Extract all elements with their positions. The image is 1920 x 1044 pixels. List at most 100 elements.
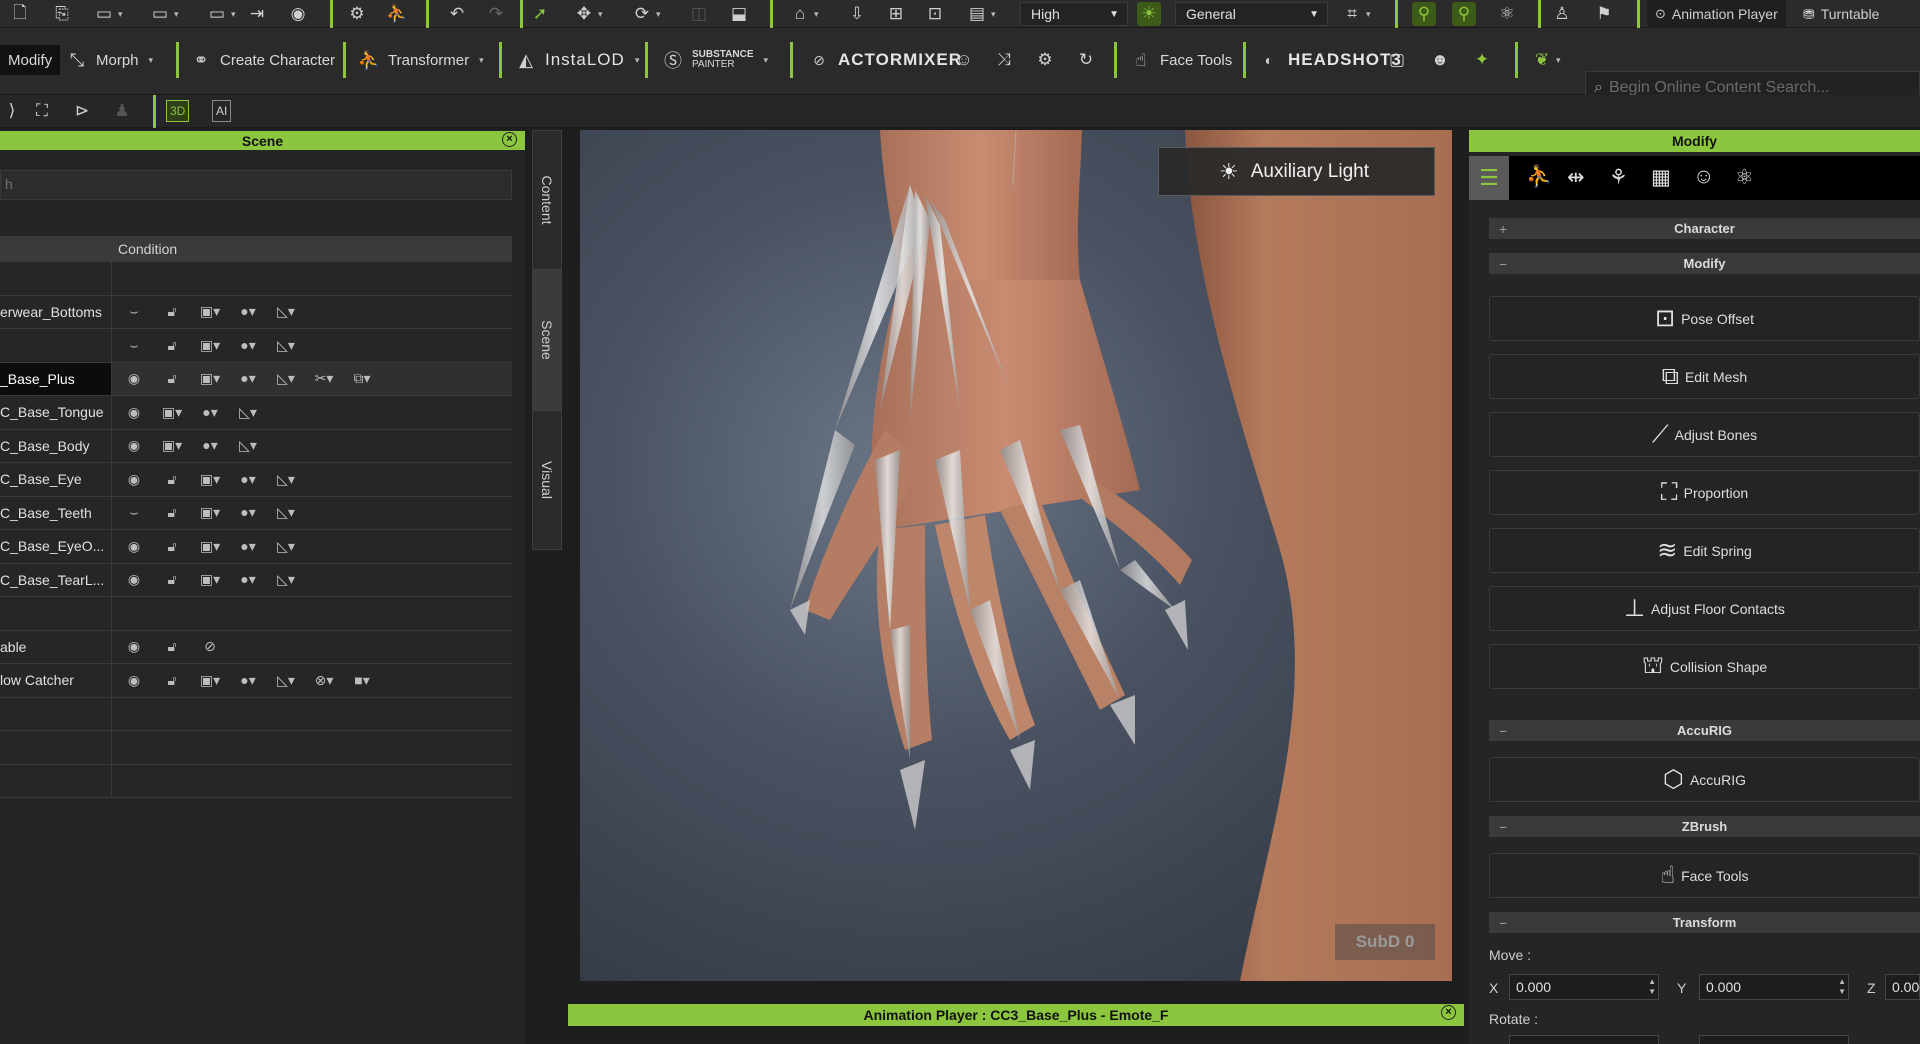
sphere-icon[interactable]: ●▾ bbox=[236, 471, 260, 488]
sphere-icon[interactable]: ●▾ bbox=[198, 437, 222, 454]
angle-icon[interactable]: ◺▾ bbox=[274, 504, 298, 521]
align-tool-icon[interactable]: ⬓ bbox=[727, 2, 751, 26]
new-project-icon[interactable]: 🗋 bbox=[8, 2, 32, 26]
frame-selected-icon[interactable]: ⊞ bbox=[884, 2, 908, 26]
lock-icon[interactable]: 🔓︎ bbox=[160, 337, 184, 354]
head-add-icon[interactable]: ☺ bbox=[952, 48, 976, 72]
eye-icon[interactable]: ◉ bbox=[122, 538, 146, 555]
lock-icon[interactable]: 🔓︎ bbox=[160, 370, 184, 387]
move-z-input[interactable]: 0.000 bbox=[1885, 974, 1920, 1000]
plugin-icon[interactable]: ❦ ▾ bbox=[1530, 48, 1561, 72]
redo-icon[interactable]: ↷ bbox=[484, 2, 508, 26]
turntable-button[interactable]: ⛃ Turntable bbox=[1795, 0, 1887, 28]
tab-visual[interactable]: Visual bbox=[532, 410, 562, 550]
angle-icon[interactable]: ◺▾ bbox=[274, 303, 298, 320]
tab-physics-icon[interactable]: ⚛ bbox=[1735, 165, 1754, 190]
frame-play-icon[interactable]: ⊳ bbox=[70, 99, 94, 123]
table-row[interactable] bbox=[0, 597, 512, 631]
light-icon[interactable]: ☀ bbox=[1137, 2, 1161, 26]
auxiliary-light-label[interactable]: ☀ Auxiliary Light bbox=[1158, 147, 1435, 196]
section-accurig[interactable]: − AccuRIG bbox=[1489, 720, 1920, 741]
cube-icon[interactable]: ▣▾ bbox=[198, 471, 222, 488]
pose-icon[interactable]: ⛹ bbox=[385, 2, 409, 26]
grid-toggle-icon[interactable]: ⌗ ▾ bbox=[1340, 2, 1370, 26]
cube-icon[interactable]: ▣▾ bbox=[198, 504, 222, 521]
spinner-icon[interactable]: ▲ ▼ bbox=[1838, 977, 1846, 997]
angle-icon[interactable]: ◺▾ bbox=[274, 672, 298, 689]
table-row-selected[interactable]: _Base_Plus ◉ 🔓︎ ▣▾ ●▾ ◺▾ ✂▾ ⧉▾ bbox=[0, 362, 512, 396]
adjust-floor-contacts-button[interactable]: ⊥ Adjust Floor Contacts bbox=[1489, 586, 1920, 631]
sphere-icon[interactable]: ●▾ bbox=[236, 538, 260, 555]
cube-icon[interactable]: ▣▾ bbox=[160, 437, 184, 454]
create-character-button[interactable]: ⚭ Create Character bbox=[190, 45, 335, 75]
mode-3d-button[interactable]: 3D bbox=[166, 100, 190, 122]
adjust-bones-button[interactable]: ⟋ Adjust Bones bbox=[1489, 412, 1920, 457]
eye-hidden-icon[interactable]: ⌣ bbox=[122, 504, 146, 521]
undo-icon[interactable]: ↶ bbox=[445, 2, 469, 26]
table-row[interactable]: ⌣ 🔓︎ ▣▾ ●▾ ◺▾ bbox=[0, 329, 512, 363]
close-icon[interactable]: × bbox=[502, 132, 517, 147]
tab-content[interactable]: Content bbox=[532, 130, 562, 270]
lock-icon[interactable]: 🔓︎ bbox=[160, 571, 184, 588]
rotate-x-input[interactable] bbox=[1509, 1035, 1659, 1044]
home-camera-icon[interactable]: ⌂ ▾ bbox=[788, 2, 819, 26]
table-row[interactable]: low Catcher ◉ 🔓︎ ▣▾ ●▾ ◺▾ ⊗▾ ■▾ bbox=[0, 664, 512, 698]
disabled-icon[interactable]: ⊘ bbox=[198, 638, 222, 655]
bone-display-icon[interactable]: ⚲ bbox=[1412, 2, 1436, 26]
tab-palette-icon[interactable]: ⚘ bbox=[1609, 165, 1628, 190]
tab-scene[interactable]: Scene bbox=[532, 270, 562, 410]
scene-search-input[interactable]: h bbox=[0, 170, 512, 200]
scale-tool-icon[interactable]: ◫ bbox=[687, 2, 711, 26]
lock-icon[interactable]: 🔓︎ bbox=[160, 504, 184, 521]
move-tool-icon[interactable]: ✥ ▾ bbox=[572, 2, 603, 26]
face-tools-button[interactable]: ☝ Face Tools bbox=[1130, 45, 1233, 75]
lock-icon[interactable]: 🔓︎ bbox=[160, 672, 184, 689]
angle-icon[interactable]: ◺▾ bbox=[274, 571, 298, 588]
cube-icon[interactable]: ▣▾ bbox=[160, 404, 184, 421]
mode-ai-button[interactable]: AI bbox=[212, 100, 232, 122]
select-tool-icon[interactable]: ➚ bbox=[528, 2, 552, 26]
eye-icon[interactable]: ◉ bbox=[122, 370, 146, 387]
spinner-icon[interactable]: ▲ ▼ bbox=[1648, 977, 1656, 997]
tab-motion-icon[interactable]: ⛹ bbox=[1526, 165, 1552, 189]
table-row[interactable]: C_Base_Teeth ⌣ 🔓︎ ▣▾ ●▾ ◺▾ bbox=[0, 496, 512, 530]
move-x-input[interactable]: 0.000 ▲ ▼ bbox=[1509, 974, 1659, 1000]
sphere-icon[interactable]: ●▾ bbox=[236, 571, 260, 588]
table-row[interactable]: C_Base_Body ◉ ▣▾ ●▾ ◺▾ bbox=[0, 429, 512, 463]
cube-icon[interactable]: ▣▾ bbox=[198, 672, 222, 689]
eye-icon[interactable]: ◉ bbox=[122, 471, 146, 488]
angle-icon[interactable]: ◺▾ bbox=[274, 471, 298, 488]
sphere-icon[interactable]: ●▾ bbox=[198, 404, 222, 421]
substance-painter-button[interactable]: Ⓢ SUBSTANCE PAINTER ▾ bbox=[662, 45, 768, 75]
edit-mesh-button[interactable]: ⧉ Edit Mesh bbox=[1489, 354, 1920, 399]
table-row[interactable]: C_Base_Eye ◉ 🔓︎ ▣▾ ●▾ ◺▾ bbox=[0, 463, 512, 497]
refresh-head-icon[interactable]: ↻ bbox=[1074, 48, 1098, 72]
sphere-icon[interactable]: ●▾ bbox=[236, 370, 260, 387]
angle-icon[interactable]: ◺▾ bbox=[274, 337, 298, 354]
face-tools-panel-button[interactable]: ☝ Face Tools bbox=[1489, 853, 1920, 898]
skeleton-display-icon[interactable]: ⚲ bbox=[1452, 2, 1476, 26]
edit-spring-button[interactable]: ≋ Edit Spring bbox=[1489, 528, 1920, 573]
lock-icon[interactable]: 🔓︎ bbox=[160, 303, 184, 320]
square-icon[interactable]: ■▾ bbox=[350, 672, 374, 689]
sphere-icon[interactable]: ●▾ bbox=[236, 303, 260, 320]
section-zbrush[interactable]: − ZBrush bbox=[1489, 816, 1920, 837]
import-fbx-icon[interactable]: ▭ ▾ bbox=[148, 2, 179, 26]
import-usd-icon[interactable]: ▭ ▾ bbox=[205, 2, 236, 26]
angle-icon[interactable]: ◺▾ bbox=[274, 538, 298, 555]
instalod-button[interactable]: ◭ InstaLOD ▾ bbox=[515, 45, 639, 75]
import-icon[interactable]: ⎘ bbox=[50, 2, 74, 26]
eye-icon[interactable]: ◉ bbox=[122, 437, 146, 454]
proportion-button[interactable]: ⛶ Proportion bbox=[1489, 470, 1920, 515]
cube-icon[interactable]: ▣▾ bbox=[198, 571, 222, 588]
rotate-tool-icon[interactable]: ⟳ ▾ bbox=[630, 2, 661, 26]
table-row[interactable]: able ◉ 🔓︎ ⊘ bbox=[0, 630, 512, 664]
shuffle-icon[interactable]: ⤨ bbox=[992, 48, 1016, 72]
shadow-icon[interactable]: ⊗▾ bbox=[312, 672, 336, 689]
actormixer-button[interactable]: ⊘ ACTORMIXER bbox=[808, 45, 962, 75]
accurig-button[interactable]: ⬡ AccuRIG bbox=[1489, 757, 1920, 802]
modify-mode-button[interactable]: Modify bbox=[0, 45, 61, 75]
eye-hidden-icon[interactable]: ⌣ bbox=[122, 303, 146, 320]
frame-icon[interactable]: ⛶ bbox=[30, 99, 54, 123]
eye-icon[interactable]: ◉ bbox=[122, 638, 146, 655]
